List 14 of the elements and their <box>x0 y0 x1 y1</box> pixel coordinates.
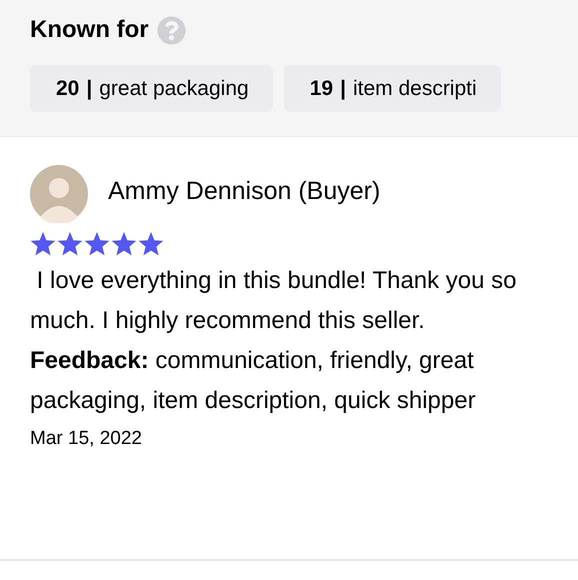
star-icon <box>84 232 110 257</box>
help-icon[interactable] <box>156 16 186 44</box>
star-icon <box>57 232 83 257</box>
tag-chip[interactable]: 20 | great packaging <box>30 65 273 112</box>
review-date: Mar 15, 2022 <box>30 427 143 451</box>
star-icon <box>30 232 56 257</box>
avatar <box>30 165 88 223</box>
reviewer-name: Ammy Dennison (Buyer) <box>108 176 380 208</box>
tag-chip[interactable]: 19 | item descripti <box>284 65 501 112</box>
section-title: Known for <box>30 15 149 45</box>
review-text: I love everything in this bundle! Thank you so much. I highly recommend this seller. <box>30 266 518 336</box>
star-icon <box>138 232 164 257</box>
star-icon <box>111 232 137 257</box>
feedback-text: Feedback: communication, friendly, great packaging, item description, quick shipper <box>30 346 477 416</box>
